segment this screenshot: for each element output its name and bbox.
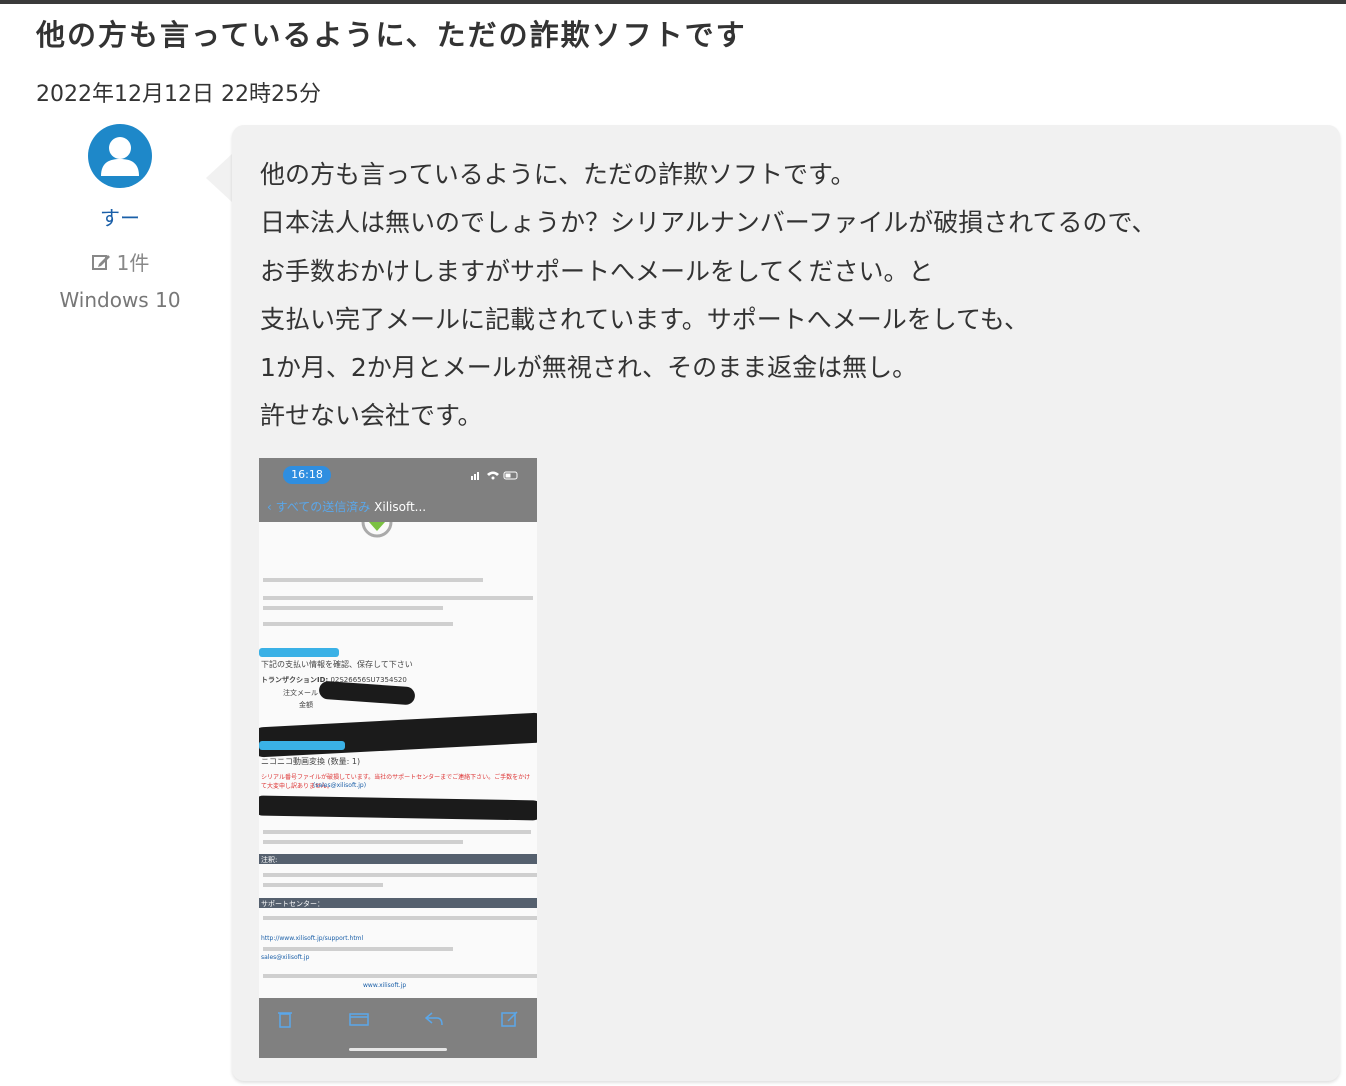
- note-header: 注釈:: [261, 856, 278, 864]
- logo-icon: [361, 522, 393, 538]
- post-title: 他の方も言っているように、ただの詐欺ソフトです: [36, 18, 747, 52]
- trash-icon: [278, 1012, 292, 1028]
- phone-toolbar: [259, 998, 537, 1058]
- back-chevron-icon: ‹: [267, 500, 276, 514]
- avatar[interactable]: [88, 124, 152, 188]
- top-border: [0, 0, 1346, 4]
- compose-icon: [501, 1011, 518, 1027]
- note-header-bar: 注釈:: [259, 854, 537, 864]
- author-panel: すー 1件 Windows 10: [40, 124, 200, 312]
- mail-text-line: [263, 578, 483, 582]
- folder-icon: [349, 1013, 369, 1026]
- redaction-scribble: [259, 795, 537, 821]
- transaction-label: トランザクションID:: [261, 676, 329, 684]
- error-text: シリアル番号ファイルが破損しています。当社のサポートセンターまでご連絡下さい。ご…: [261, 774, 531, 790]
- section-chip: [259, 741, 345, 750]
- support-header: サポートセンター：: [261, 900, 324, 908]
- post-body: 他の方も言っているように、ただの詐欺ソフトです。 日本法人は無いのでしょうか？シ…: [260, 151, 1320, 441]
- amount-label: 金額: [299, 701, 313, 709]
- mail-text-line: [263, 830, 531, 834]
- author-name[interactable]: すー: [40, 202, 200, 231]
- body-line: 支払い完了メールに記載されています。サポートへメールをしても、: [260, 304, 1030, 334]
- post-bubble: 他の方も言っているように、ただの詐欺ソフトです。 日本法人は無いのでしょうか？シ…: [232, 125, 1340, 1081]
- post-date: 2022年12月12日 22時25分: [36, 82, 321, 107]
- bubble-pointer: [206, 154, 232, 202]
- status-icons: [471, 471, 518, 480]
- home-indicator: [349, 1048, 447, 1051]
- mail-text-line: [263, 883, 383, 887]
- body-line: 許せない会社です。: [260, 401, 483, 431]
- section-chip: [259, 648, 339, 657]
- post-count-value: 1件: [116, 251, 150, 275]
- nav-back-label: すべての送信済み: [275, 500, 371, 514]
- author-os: Windows 10: [59, 288, 181, 312]
- attached-screenshot[interactable]: 16:18 ‹ すべての送信済み Xilisoft... 下記の支払い情報を確認…: [259, 458, 537, 1058]
- body-line: 日本法人は無いのでしょうか？シリアルナンバーファイルが破損されてるので、: [260, 208, 1157, 238]
- edit-icon: [91, 254, 110, 270]
- confirm-text: 下記の支払い情報を確認、保存して下さい: [261, 660, 413, 669]
- body-line: 他の方も言っているように、ただの詐欺ソフトです。: [260, 160, 856, 189]
- reply-icon: [425, 1012, 443, 1026]
- support-header-bar: サポートセンター：: [259, 898, 537, 908]
- support-url: http://www.xilisoft.jp/support.html: [261, 935, 364, 942]
- mail-text-line: [263, 974, 537, 978]
- mail-text-line: [263, 622, 453, 626]
- phone-header: 16:18 ‹ すべての送信済み Xilisoft...: [259, 458, 537, 522]
- mail-text-line: [263, 840, 463, 844]
- mail-text-line: [263, 873, 537, 877]
- mail-text-line: [263, 947, 453, 951]
- post-count: 1件: [40, 247, 200, 276]
- sales-email: sales@xilisoft.jp: [261, 954, 310, 961]
- email-label: 注文メール: [283, 689, 318, 697]
- product-name: ニコニコ動画変換 (数量: 1): [261, 757, 361, 766]
- user-icon: [101, 137, 139, 176]
- phone-nav: ‹ すべての送信済み Xilisoft...: [267, 498, 426, 515]
- support-email: (sales@xilisoft.jp): [313, 782, 367, 789]
- redaction-scribble: [259, 712, 537, 758]
- phone-time: 16:18: [283, 466, 331, 484]
- site-link: www.xilisoft.jp: [363, 982, 407, 989]
- mail-text-line: [263, 916, 537, 920]
- mail-text-line: [263, 596, 533, 600]
- mail-text-line: [263, 606, 443, 610]
- nav-title: Xilisoft...: [374, 500, 427, 514]
- body-line: 1か月、2か月とメールが無視され、そのまま返金は無し。: [260, 353, 918, 383]
- body-line: お手数おかけしますがサポートへメールをしてください。と: [260, 256, 934, 286]
